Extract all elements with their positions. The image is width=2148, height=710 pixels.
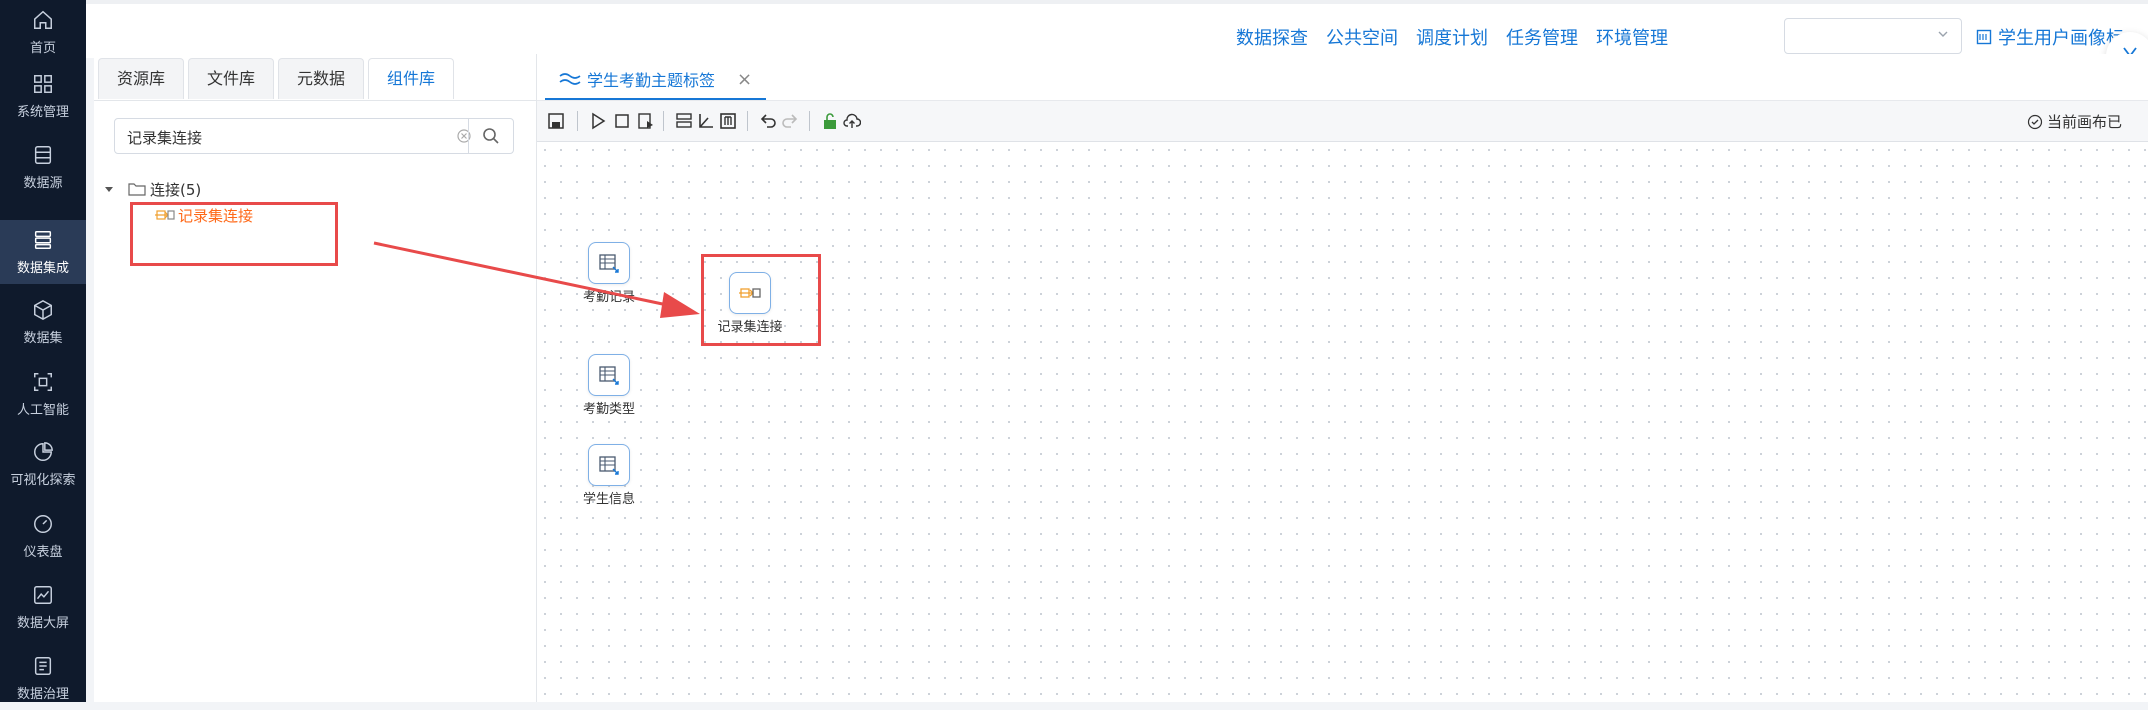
component-panel: 资源库 文件库 元数据 组件库 连接(5) 记录集连接 (94, 54, 537, 702)
ai-scan-icon (34, 372, 52, 391)
search-button[interactable] (468, 119, 513, 153)
annotation-box-node (701, 254, 821, 346)
list-icon (34, 656, 52, 675)
node-label: 学生信息 (582, 492, 635, 507)
toolbar-separator (747, 111, 748, 131)
sidebar-item-dashboard[interactable]: 仪表盘 (0, 504, 86, 568)
pie-chart-icon (34, 441, 53, 461)
sidebar-item-dataset[interactable]: 数据集 (0, 290, 86, 354)
tab-metadata[interactable]: 元数据 (278, 58, 365, 99)
tab-components[interactable]: 组件库 (368, 58, 455, 99)
folder-icon (128, 183, 146, 196)
profile-link[interactable]: 学生用户画像标 (1976, 24, 2124, 50)
sidebar-item-label: 人工智能 (16, 402, 69, 418)
editor-tab[interactable]: 学生考勤主题标签 × (545, 60, 767, 100)
sidebar-item-label: 数据集 (23, 330, 63, 346)
cube-icon (34, 299, 52, 320)
caret-down-icon[interactable] (104, 184, 114, 194)
component-search-input[interactable] (125, 123, 429, 151)
node-label: 考勤类型 (582, 402, 635, 417)
close-icon[interactable]: × (737, 69, 752, 90)
node-icon-box (588, 354, 630, 396)
canvas-node-attendance-record[interactable]: 考勤记录 (564, 242, 654, 305)
main-sidebar: 首页 系统管理 数据源 数据集成 数据集 人工智能 可视化探索 仪表盘 数据大屏… (0, 0, 86, 702)
sidebar-item-visual[interactable]: 可视化探索 (0, 432, 86, 496)
header-link-env[interactable]: 环境管理 (1596, 24, 1668, 50)
sidebar-item-governance[interactable]: 数据治理 (0, 646, 86, 710)
run-icon[interactable] (589, 112, 607, 130)
sidebar-item-label: 数据治理 (16, 686, 69, 702)
sidebar-item-integration[interactable]: 数据集成 (0, 220, 86, 284)
component-search (114, 118, 514, 154)
header-link-schedule[interactable]: 调度计划 (1416, 24, 1488, 50)
redo-icon[interactable] (781, 112, 799, 130)
step-run-icon[interactable] (637, 112, 655, 130)
layout-grid-icon[interactable] (719, 112, 737, 130)
flow-canvas[interactable]: 考勤记录 记录集连接 考勤类型 学生信息 (537, 142, 2148, 702)
panel-tabs: 资源库 文件库 元数据 组件库 (98, 58, 455, 99)
annotation-box-tree (130, 202, 338, 266)
node-icon-box (588, 444, 630, 486)
sidebar-item-label: 仪表盘 (23, 544, 63, 560)
sidebar-item-label: 首页 (29, 40, 56, 56)
chevron-down-icon (1938, 31, 1948, 37)
sidebar-item-datasource[interactable]: 数据源 (0, 135, 86, 199)
table-input-icon (599, 456, 619, 475)
profile-card-icon (1976, 29, 1992, 45)
undo-icon[interactable] (759, 112, 777, 130)
sidebar-item-system[interactable]: 系统管理 (0, 64, 86, 128)
search-icon (483, 128, 499, 144)
sidebar-item-label: 系统管理 (16, 104, 69, 120)
database-icon (34, 145, 52, 164)
header-link-explore[interactable]: 数据探查 (1236, 24, 1308, 50)
profile-link-label: 学生用户画像标 (1998, 28, 2124, 49)
sidebar-item-bigscreen[interactable]: 数据大屏 (0, 575, 86, 639)
flow-icon (559, 73, 581, 85)
toolbar-separator (809, 111, 810, 131)
canvas-status-text: 当前画布已 (2046, 113, 2122, 131)
header-link-public-space[interactable]: 公共空间 (1326, 24, 1398, 50)
tab-resource[interactable]: 资源库 (98, 58, 185, 99)
unlock-icon[interactable] (821, 112, 839, 130)
sidebar-item-label: 数据源 (23, 175, 63, 191)
line-chart-icon (34, 585, 52, 604)
stop-icon[interactable] (613, 112, 631, 130)
cloud-upload-icon[interactable] (843, 112, 861, 130)
canvas-node-student-info[interactable]: 学生信息 (564, 444, 654, 507)
toolbar-separator (577, 111, 578, 131)
stack-icon (34, 230, 52, 249)
chart-axis-icon[interactable] (697, 112, 715, 130)
tree-folder-label: 连接(5) (150, 180, 202, 199)
table-input-icon (599, 366, 619, 385)
header-link-tasks[interactable]: 任务管理 (1506, 24, 1578, 50)
table-input-icon (599, 254, 619, 273)
top-header: 数据探查 公共空间 调度计划 任务管理 环境管理 学生用户画像标 (86, 0, 2148, 58)
sidebar-item-home[interactable]: 首页 (0, 0, 86, 64)
home-icon (34, 10, 52, 29)
node-label: 考勤记录 (582, 290, 635, 305)
sidebar-item-label: 数据大屏 (16, 615, 69, 631)
editor-toolbar: 当前画布已 (537, 100, 2148, 142)
sidebar-item-label: 数据集成 (16, 260, 69, 276)
layout-rows-icon[interactable] (675, 112, 693, 130)
grid-icon (34, 74, 52, 93)
tab-files[interactable]: 文件库 (188, 58, 275, 99)
check-circle-icon (2027, 114, 2043, 129)
sidebar-item-label: 可视化探索 (10, 472, 76, 488)
header-nav: 数据探查 公共空间 调度计划 任务管理 环境管理 (1236, 24, 1668, 50)
canvas-node-attendance-type[interactable]: 考勤类型 (564, 354, 654, 417)
tree-folder-connect[interactable]: 连接(5) (104, 176, 253, 202)
node-icon-box (588, 242, 630, 284)
environment-select[interactable] (1784, 18, 1962, 54)
toolbar-separator (663, 111, 664, 131)
save-icon[interactable] (547, 112, 565, 130)
sidebar-item-ai[interactable]: 人工智能 (0, 362, 86, 426)
editor-area: 学生考勤主题标签 × 当前画布已 考勤记录 记录集连接 考勤类型 学生信息 (537, 54, 2148, 702)
canvas-status: 当前画布已 (2027, 111, 2122, 132)
tabs-divider (94, 100, 536, 101)
editor-tab-title: 学生考勤主题标签 (587, 71, 716, 90)
gauge-icon (34, 514, 52, 533)
